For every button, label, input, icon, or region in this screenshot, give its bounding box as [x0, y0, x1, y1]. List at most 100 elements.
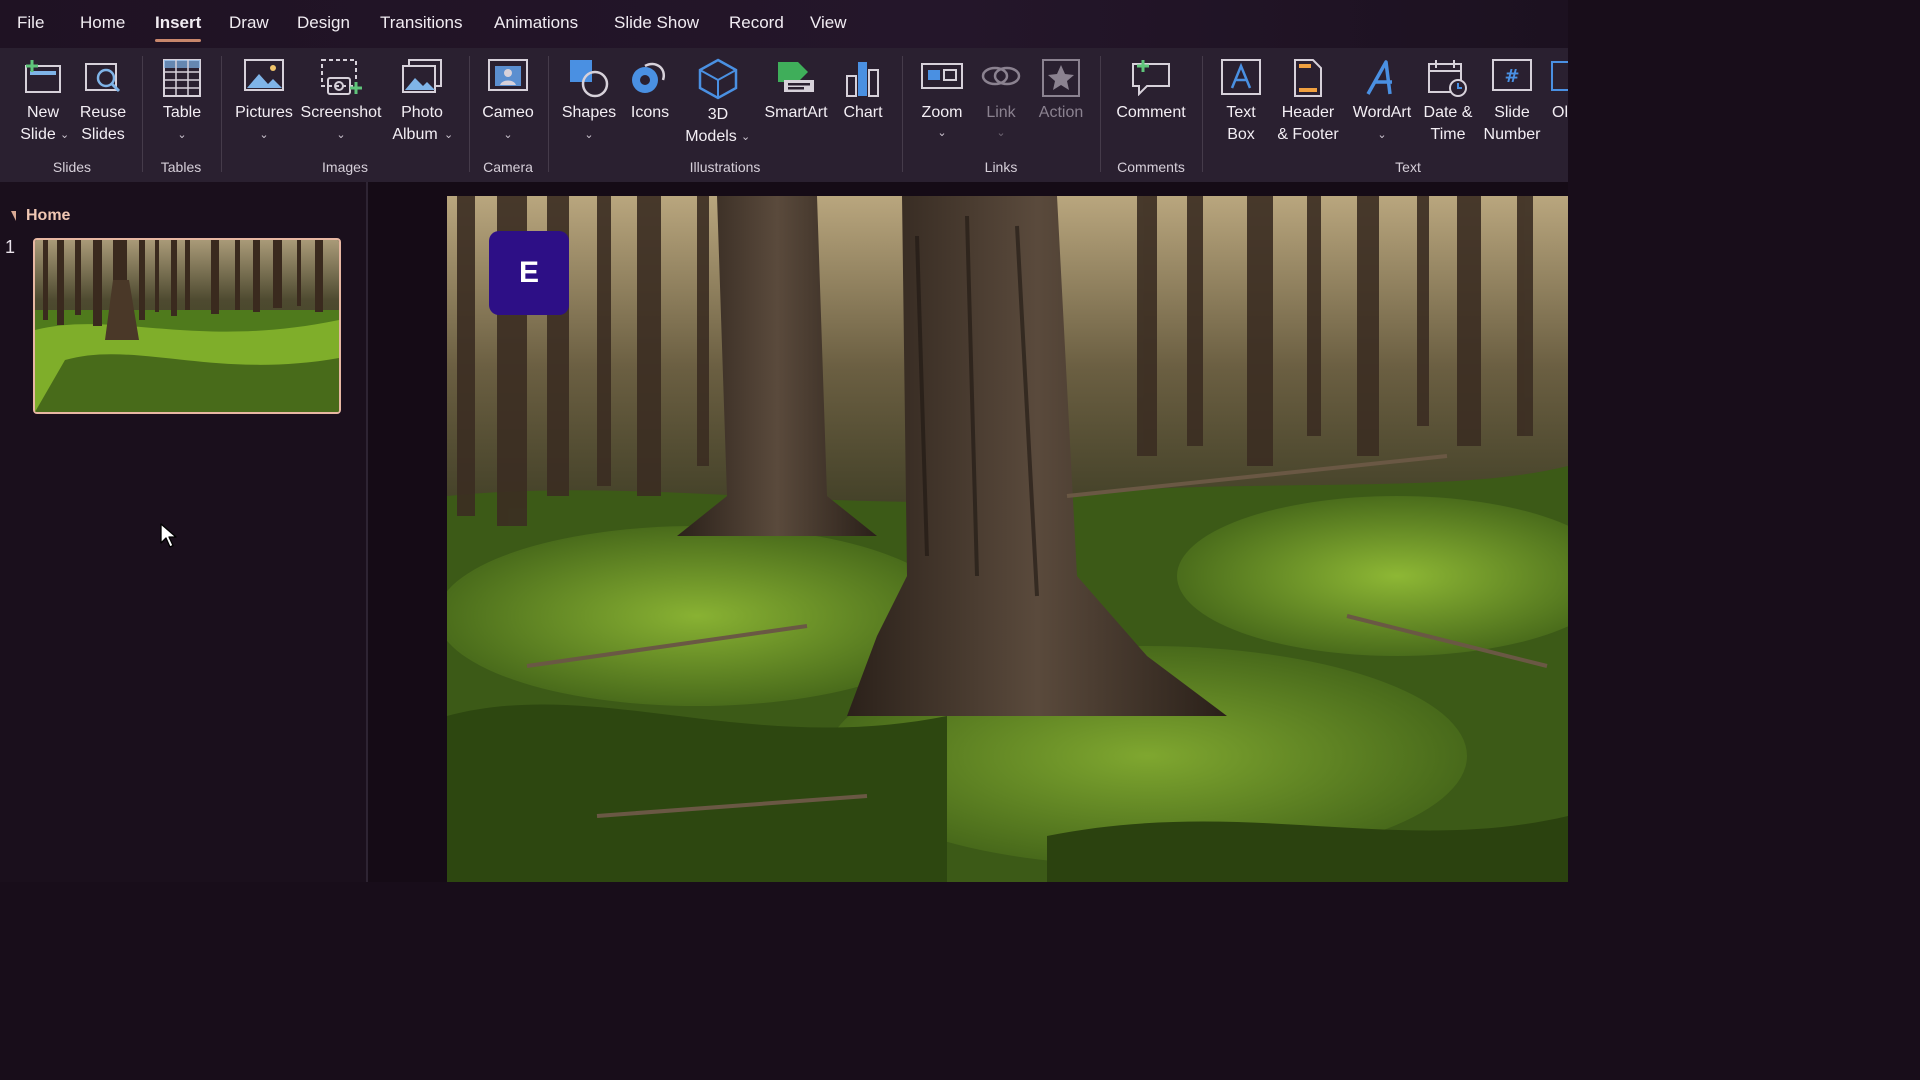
forest-thumbnail-image — [35, 240, 339, 412]
comment-label: Comment — [1116, 104, 1186, 121]
cube-icon — [697, 58, 739, 107]
header-footer-button[interactable]: Header & Footer — [1272, 52, 1344, 152]
chevron-down-icon: ⌄ — [60, 129, 70, 141]
reuse-slides-icon — [82, 58, 124, 103]
header-footer-label: Header — [1281, 104, 1335, 121]
group-label-camera: Camera — [483, 159, 533, 175]
shapes-button[interactable]: Shapes ⌄ — [558, 52, 620, 152]
slide-number-label-2: Number — [1483, 126, 1541, 143]
header-footer-label-2: & Footer — [1277, 126, 1339, 143]
zoom-label: Zoom — [921, 104, 963, 121]
section-title[interactable]: Home — [26, 207, 70, 225]
chevron-down-icon: ⌄ — [259, 129, 269, 141]
comment-button[interactable]: Comment — [1110, 52, 1192, 152]
mouse-cursor-icon — [160, 523, 178, 554]
cameo-button[interactable]: Cameo ⌄ — [478, 52, 538, 152]
3d-models-button[interactable]: 3D Models ⌄ — [680, 52, 756, 152]
link-button[interactable]: Link ⌄ — [976, 52, 1026, 152]
reuse-slides-button[interactable]: Reuse Slides — [76, 52, 130, 152]
chart-button[interactable]: Chart — [836, 52, 890, 152]
new-slide-icon — [22, 58, 64, 103]
chevron-down-icon: ⌄ — [503, 129, 513, 141]
tab-draw[interactable]: Draw — [229, 13, 269, 33]
chevron-down-icon: ⌄ — [336, 129, 346, 141]
table-button[interactable]: Table ⌄ — [155, 52, 209, 152]
tab-insert[interactable]: Insert — [155, 13, 202, 42]
chevron-down-icon: ⌄ — [937, 127, 947, 139]
tab-home[interactable]: Home — [80, 13, 125, 33]
new-slide-button[interactable]: New Slide ⌄ — [12, 52, 74, 152]
slide-number-icon: # — [1491, 58, 1533, 101]
forest-background-image — [447, 196, 1568, 882]
pictures-label: Pictures — [235, 104, 293, 121]
photo-album-label: Photo — [401, 104, 443, 121]
icons-button[interactable]: Icons — [624, 52, 676, 152]
table-icon — [162, 58, 202, 105]
text-box-icon — [1220, 58, 1262, 103]
object-label: Ol — [1552, 104, 1568, 121]
screenshot-label: Screenshot — [300, 104, 382, 121]
chevron-down-icon: ⌄ — [584, 129, 594, 141]
link-icon — [980, 58, 1022, 101]
cameo-icon — [487, 58, 529, 103]
group-label-images: Images — [322, 159, 368, 175]
collapse-triangle-icon[interactable] — [6, 211, 16, 221]
tab-view[interactable]: View — [810, 13, 847, 33]
table-label: Table — [162, 104, 202, 121]
action-button[interactable]: Action — [1032, 52, 1090, 152]
icons-icon — [629, 58, 671, 105]
text-box-label: Text — [1226, 104, 1256, 121]
screenshot-button[interactable]: Screenshot ⌄ — [300, 52, 382, 152]
cameo-label: Cameo — [482, 104, 534, 121]
date-time-button[interactable]: Date & Time — [1418, 52, 1478, 152]
chart-icon — [843, 58, 883, 105]
header-footer-icon — [1291, 58, 1325, 105]
group-label-comments: Comments — [1117, 159, 1185, 175]
object-icon — [1550, 58, 1568, 101]
slide-number-label: Slide — [1494, 104, 1530, 121]
svg-text:#: # — [1504, 66, 1519, 87]
screenshot-icon — [318, 58, 364, 105]
ribbon: New Slide ⌄ Reuse Slides Table ⌄ Picture… — [0, 48, 1568, 182]
smartart-button[interactable]: SmartArt — [760, 52, 832, 152]
tab-transitions[interactable]: Transitions — [380, 13, 463, 33]
calendar-icon — [1427, 58, 1469, 105]
chevron-down-icon: ⌄ — [177, 129, 187, 141]
pictures-icon — [243, 58, 285, 101]
reuse-slides-label-2: Slides — [81, 126, 125, 143]
tab-record[interactable]: Record — [729, 13, 784, 33]
slide-number-1: 1 — [5, 237, 16, 257]
zoom-button[interactable]: Zoom ⌄ — [912, 52, 972, 152]
photo-album-icon — [401, 58, 443, 103]
link-label: Link — [986, 104, 1016, 121]
new-slide-label: New — [26, 104, 59, 121]
text-box-label-2: Box — [1227, 126, 1255, 143]
tab-slide-show[interactable]: Slide Show — [614, 13, 699, 33]
tab-animations[interactable]: Animations — [494, 13, 578, 33]
object-button[interactable]: Ol — [1546, 52, 1568, 152]
shapes-icon — [568, 58, 610, 105]
comment-icon — [1129, 58, 1173, 103]
wordart-icon — [1362, 58, 1402, 105]
group-label-illustrations: Illustrations — [689, 159, 761, 175]
slide-number-button[interactable]: # Slide Number — [1480, 52, 1544, 152]
zoom-icon — [920, 58, 964, 101]
star-icon — [1041, 58, 1081, 105]
slide-1[interactable] — [447, 196, 1568, 882]
pictures-button[interactable]: Pictures ⌄ — [232, 52, 296, 152]
wordart-button[interactable]: WordArt ⌄ — [1348, 52, 1416, 152]
chevron-down-icon: ⌄ — [1377, 129, 1387, 141]
reuse-slides-label: Reuse — [79, 104, 127, 121]
avatar-badge: E — [489, 231, 569, 315]
3d-models-label: 3D — [707, 106, 729, 123]
text-box-button[interactable]: Text Box — [1212, 52, 1270, 152]
icons-label: Icons — [630, 104, 670, 121]
group-label-links: Links — [984, 159, 1018, 175]
slide-thumbnail-1[interactable] — [33, 238, 341, 414]
chart-label: Chart — [843, 104, 883, 121]
group-label-text: Text — [1395, 159, 1421, 175]
tab-file[interactable]: File — [17, 13, 44, 33]
photo-album-button[interactable]: Photo Album ⌄ — [386, 52, 458, 152]
tab-design[interactable]: Design — [297, 13, 350, 33]
menu-bar: File Home Insert Draw Design Transitions… — [0, 0, 1568, 48]
